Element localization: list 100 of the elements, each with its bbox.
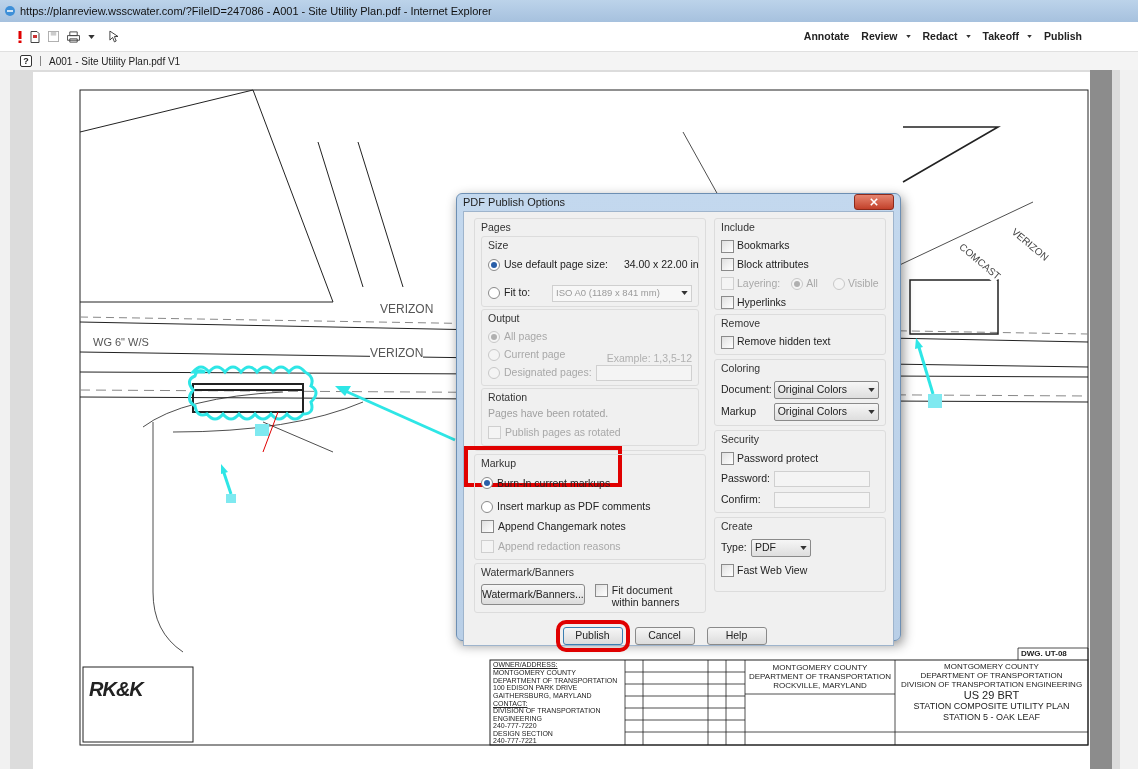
close-button[interactable]	[854, 194, 894, 211]
project-title: US 29 BRT	[962, 689, 1021, 701]
field-label: Type:	[721, 540, 748, 556]
title-block-text: DEPARTMENT OF TRANSPORTATION	[747, 672, 893, 681]
dialog-title: PDF Publish Options	[463, 195, 566, 210]
title-block-text: MONTGOMERY COUNTY	[771, 663, 869, 672]
group-title: Include	[721, 219, 756, 235]
title-block-text: DIVISION OF TRANSPORTATION ENGINEERING	[899, 680, 1084, 689]
browser-logo-icon	[4, 5, 16, 17]
checkbox[interactable]	[721, 239, 734, 253]
note-icon	[226, 494, 236, 503]
drawing-number: DWG. UT-08	[1021, 649, 1067, 659]
group-title: Security	[721, 431, 760, 447]
print-icon[interactable]	[67, 30, 80, 43]
window-title: https://planreview.wsscwater.com/?FileID=247086 - A001 - Site Utility Plan.pdf - Internet Explorer	[20, 3, 492, 19]
caret-icon	[681, 291, 688, 296]
option-label: Burn-In current markups	[497, 475, 611, 491]
option-label: All pages	[504, 328, 548, 344]
project-title: STATION 5 - OAK LEAF	[941, 712, 1042, 723]
group-title: Coloring	[721, 361, 762, 376]
pages-input-field[interactable]	[595, 364, 692, 381]
color-select[interactable]: Original Colors	[773, 402, 879, 421]
option-label: Insert markup as PDF comments	[497, 499, 651, 515]
option-label: Fit to:	[504, 285, 531, 301]
document-icon[interactable]	[30, 30, 40, 43]
option-label: Bookmarks	[737, 238, 790, 254]
group-title: Size	[488, 238, 510, 254]
page-size-value: 34.00 x 22.00 in	[623, 257, 699, 272]
option-label: Hyperlinks	[737, 294, 786, 310]
color-select[interactable]: Original Colors	[773, 380, 879, 399]
option-label: Append Changemark notes	[498, 519, 626, 534]
help-button[interactable]: ?	[20, 55, 32, 67]
save-icon[interactable]	[48, 31, 59, 42]
group-title: Remove	[721, 315, 762, 331]
option-label: Block attributes	[737, 257, 809, 272]
caret-icon[interactable]	[965, 35, 971, 38]
group-title: Output	[488, 310, 521, 326]
option-label: Fast Web View	[737, 563, 808, 578]
checkbox[interactable]	[721, 451, 734, 465]
group-title: Create	[721, 519, 754, 535]
radio-button[interactable]	[488, 287, 500, 300]
group-title: Markup	[481, 455, 517, 471]
menu-button[interactable]: Takeoff	[982, 28, 1020, 45]
rotation-note: Pages have been rotated.	[488, 406, 610, 422]
title-block-text: ROCKVILLE, MARYLAND	[772, 681, 868, 690]
group-title: Watermark/Banners	[481, 564, 575, 580]
radio-button[interactable]	[488, 258, 500, 271]
option-label: Append redaction reasons	[498, 538, 621, 554]
option-label: Use default page size:	[504, 257, 608, 272]
field-label: Confirm:	[721, 492, 762, 508]
checkbox[interactable]	[721, 295, 734, 309]
arrow-markup	[915, 338, 935, 395]
caret-icon	[88, 34, 95, 39]
option-label: Visible	[847, 275, 879, 291]
option-label: Designated pages:	[504, 364, 592, 380]
title-block-text: DEPARTMENT OF TRANSPORTATION	[919, 671, 1064, 680]
leader-line	[262, 411, 279, 453]
document-tab[interactable]: A001 - Site Utility Plan.pdf V1	[49, 53, 181, 69]
option-label: Password protect	[737, 450, 819, 466]
checkbox[interactable]	[721, 335, 734, 349]
checkbox[interactable]	[481, 520, 494, 534]
dialog-button[interactable]: Help	[706, 627, 767, 646]
caret-icon[interactable]	[1027, 35, 1033, 38]
firm-logo: RK&K	[89, 677, 143, 702]
close-icon	[870, 198, 878, 207]
checkbox[interactable]	[594, 584, 608, 598]
radio-button[interactable]	[481, 477, 493, 490]
alert-icon[interactable]	[18, 30, 22, 43]
dialog-button[interactable]: Cancel	[634, 627, 695, 646]
option-label: Current page	[504, 346, 566, 362]
option-label: Remove hidden text	[737, 334, 831, 350]
caret-icon[interactable]	[905, 35, 911, 38]
field-label: Password:	[721, 471, 772, 487]
option-label: Fit document within banners	[611, 584, 681, 609]
checkbox[interactable]	[721, 258, 734, 272]
field-label: Document:	[721, 381, 773, 397]
note-icon	[928, 394, 942, 408]
field-label: Markup	[721, 403, 757, 419]
option-label: Publish pages as rotated	[505, 425, 621, 440]
menu-button[interactable]: Redact	[922, 28, 958, 45]
caret-icon	[868, 387, 875, 392]
password-field[interactable]	[774, 492, 870, 509]
caret-icon	[868, 409, 875, 414]
group-title: Rotation	[488, 389, 529, 405]
caret-icon	[800, 546, 807, 550]
option-label: All	[806, 275, 818, 291]
note-icon	[255, 424, 269, 436]
option-label: Layering:	[737, 275, 781, 291]
checkbox[interactable]	[721, 564, 734, 578]
example-hint: Example: 1,3,5-12	[606, 350, 692, 366]
watermark-button[interactable]: Watermark/Banners...	[481, 584, 585, 606]
arrow-markup	[221, 464, 233, 495]
type-select[interactable]: PDF	[751, 539, 811, 557]
radio-button[interactable]	[481, 501, 493, 514]
cursor-icon[interactable]	[109, 30, 118, 43]
menu-button[interactable]: Review	[861, 28, 898, 45]
title-block-text: MONTGOMERY COUNTY	[943, 662, 1040, 671]
menu-button[interactable]: Publish	[1044, 28, 1082, 45]
password-field[interactable]	[774, 471, 870, 488]
menu-button[interactable]: Annotate	[803, 28, 850, 45]
